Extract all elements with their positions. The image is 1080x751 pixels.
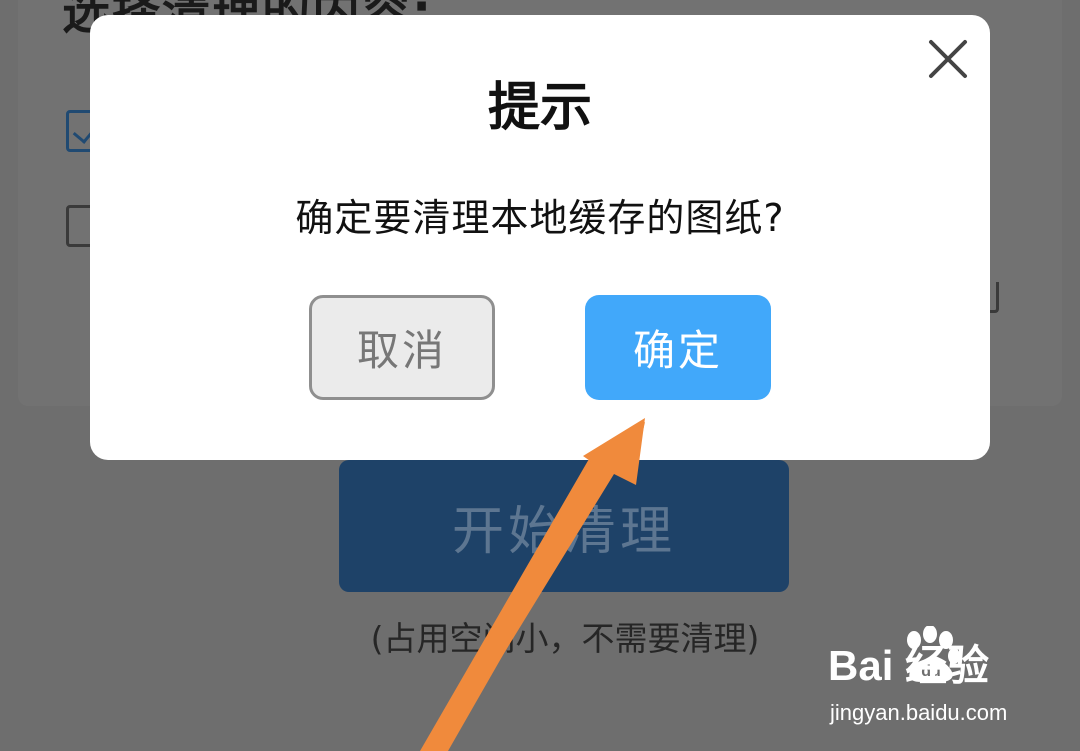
baidu-watermark: du Bai 经验 jingyan.baidu.com (828, 626, 1028, 732)
watermark-brand: Bai 经验 (828, 642, 990, 689)
dialog-message: 确定要清理本地缓存的图纸? (295, 196, 785, 240)
dialog-title: 提示 (487, 78, 592, 138)
confirm-button[interactable]: 确定 (585, 295, 771, 400)
confirm-dialog: 提示 确定要清理本地缓存的图纸? 取消 确定 (90, 15, 990, 460)
start-clean-button[interactable]: 开始清理 (339, 460, 789, 592)
close-icon[interactable] (926, 37, 970, 81)
watermark-url: jingyan.baidu.com (830, 700, 1008, 725)
cancel-button[interactable]: 取消 (309, 295, 495, 400)
